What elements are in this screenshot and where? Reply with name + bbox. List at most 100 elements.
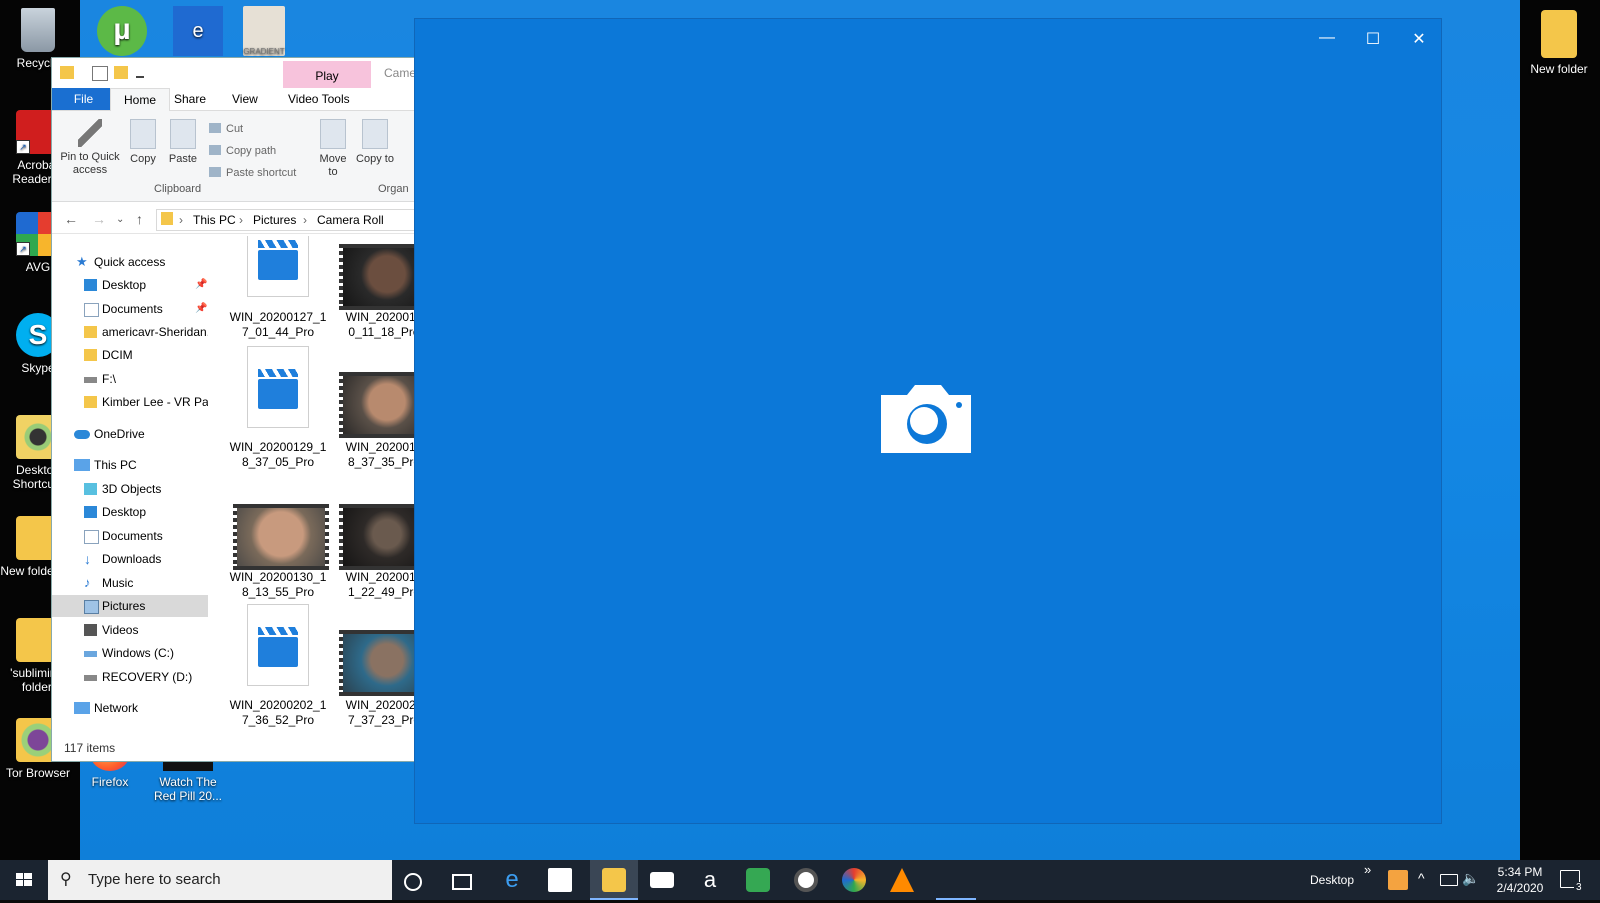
- desktop-icon-edge[interactable]: e: [160, 6, 236, 60]
- forward-arrow-icon[interactable]: →: [92, 211, 106, 227]
- store-icon[interactable]: [548, 868, 572, 892]
- file-explorer-window[interactable]: Play Came File Home Share View Video Too…: [51, 57, 417, 762]
- new-folder-icon[interactable]: [114, 66, 128, 79]
- edge-icon[interactable]: e: [500, 868, 524, 892]
- video-thumbnail: [339, 236, 416, 310]
- folder-icon: [84, 349, 97, 361]
- breadcrumb-pictures[interactable]: Pictures: [253, 213, 296, 227]
- nav-videos[interactable]: Videos: [52, 619, 208, 641]
- copy-to-button[interactable]: Copy to: [356, 119, 394, 166]
- nav-windows-c[interactable]: Windows (C:): [52, 642, 208, 664]
- camera-lens-icon[interactable]: [794, 868, 818, 892]
- maximize-button[interactable]: ☐: [1363, 29, 1383, 49]
- tab-home[interactable]: Home: [110, 88, 170, 112]
- copy-button[interactable]: Copy: [126, 119, 160, 166]
- show-hidden-icons-chevron-icon[interactable]: ^: [1418, 870, 1425, 886]
- color-wheel-icon[interactable]: [842, 868, 866, 892]
- file-explorer-icon[interactable]: [602, 868, 626, 892]
- breadcrumb-this-pc[interactable]: This PC: [193, 213, 236, 227]
- nav-documents-pinned[interactable]: Documents 📌: [52, 298, 208, 320]
- nav-kimber-lee-folder[interactable]: Kimber Lee - VR Pac: [52, 391, 208, 413]
- amazon-icon[interactable]: a: [698, 868, 722, 892]
- nav-dcim[interactable]: DCIM: [52, 344, 208, 366]
- breadcrumb-separator: ›: [303, 213, 307, 227]
- paste-shortcut-button[interactable]: Paste shortcut: [209, 167, 296, 179]
- nav-label: Downloads: [102, 552, 162, 566]
- desktop-icon-new-folder[interactable]: New folder: [1521, 10, 1597, 76]
- camera-logo-icon: [881, 385, 971, 453]
- breadcrumb-camera-roll[interactable]: Camera Roll: [317, 213, 384, 227]
- vlc-icon[interactable]: [890, 868, 914, 892]
- nav-3d-objects[interactable]: 3D Objects: [52, 478, 208, 500]
- file-item[interactable]: WIN_2020012 0_11_18_Pro: [332, 236, 416, 340]
- file-item[interactable]: WIN_2020013 1_22_49_Pro: [332, 504, 416, 600]
- nav-this-pc[interactable]: This PC: [52, 454, 208, 476]
- tab-share[interactable]: Share: [170, 88, 210, 110]
- back-arrow-icon[interactable]: ←: [64, 211, 78, 227]
- address-bar-row: ← → ⌄ ↑ › This PC › Pictures › Camera Ro…: [52, 205, 416, 234]
- file-item[interactable]: WIN_20200129_1 8_37_05_Pro: [226, 346, 330, 470]
- up-arrow-icon[interactable]: ↑: [136, 211, 143, 227]
- taskbar-search-box[interactable]: ⚲ Type here to search: [48, 860, 392, 900]
- file-name: WIN_2020012: [345, 440, 416, 454]
- paste-button[interactable]: Paste: [166, 119, 200, 166]
- button-label: Copy path: [226, 145, 277, 157]
- customize-dropdown-icon[interactable]: [136, 68, 144, 78]
- nav-documents[interactable]: Documents: [52, 525, 208, 547]
- tab-view[interactable]: View: [228, 88, 262, 110]
- copy-path-button[interactable]: Copy path: [209, 145, 276, 157]
- desktop-icon-utorrent[interactable]: µ: [84, 6, 160, 60]
- pin-to-quick-access-button[interactable]: Pin to Quick access: [56, 119, 124, 177]
- address-breadcrumb[interactable]: › This PC › Pictures › Camera Roll: [156, 209, 416, 231]
- move-to-button[interactable]: Move to: [314, 119, 352, 179]
- desktop-icon-gradient[interactable]: GRADIENT: [226, 6, 302, 60]
- nav-label: Videos: [102, 623, 139, 637]
- pin-icon: 📌: [195, 303, 208, 314]
- nav-label: Desktop: [102, 505, 147, 519]
- tab-video-tools[interactable]: Video Tools: [284, 88, 354, 110]
- network-icon: [74, 702, 90, 714]
- nav-quick-access[interactable]: ★ Quick access: [52, 251, 208, 273]
- nav-desktop-pinned[interactable]: Desktop 📌: [52, 274, 208, 296]
- nav-network[interactable]: Network: [52, 697, 208, 719]
- taskbar-clock[interactable]: 5:34 PM 2/4/2020: [1488, 864, 1552, 896]
- minimize-button[interactable]: —: [1317, 29, 1337, 47]
- nav-americavr-folder[interactable]: americavr-Sheridan.: [52, 321, 208, 343]
- file-item[interactable]: WIN_2020012 8_37_35_Pro: [332, 346, 416, 470]
- tripadvisor-icon[interactable]: [746, 868, 770, 892]
- file-name: WIN_2020020: [345, 698, 416, 712]
- video-file-icon: [233, 604, 323, 694]
- recent-locations-chevron-icon[interactable]: ⌄: [116, 214, 124, 225]
- nav-downloads[interactable]: ↓ Downloads: [52, 548, 208, 570]
- cut-button[interactable]: Cut: [209, 123, 243, 135]
- nav-music[interactable]: ♪ Music: [52, 572, 208, 594]
- cortana-icon[interactable]: [404, 873, 422, 891]
- nav-recovery-d[interactable]: RECOVERY (D:): [52, 666, 208, 688]
- file-item[interactable]: WIN_2020020 7_37_23_Pro: [332, 604, 416, 728]
- recycle-bin-icon: [21, 8, 55, 52]
- close-button[interactable]: ✕: [1409, 29, 1429, 49]
- toolbar-overflow-chevron-icon[interactable]: »: [1364, 862, 1371, 877]
- contextual-tab-play[interactable]: Play: [283, 61, 371, 89]
- file-item[interactable]: WIN_20200127_1 7_01_44_Pro: [226, 236, 330, 340]
- video-file-icon: [233, 236, 323, 306]
- task-view-icon[interactable]: [452, 874, 472, 890]
- desktop-toolbar-label[interactable]: Desktop: [1310, 873, 1354, 887]
- tray-warning-icon[interactable]: [1388, 870, 1408, 890]
- file-item[interactable]: WIN_20200202_1 7_36_52_Pro: [226, 604, 330, 728]
- file-item[interactable]: WIN_20200130_1 8_13_55_Pro: [226, 504, 330, 600]
- camera-app-window[interactable]: — ☐ ✕: [414, 18, 1442, 824]
- file-name: 8_37_05_Pro: [241, 455, 315, 469]
- nav-drive-f[interactable]: F:\: [52, 368, 208, 390]
- volume-icon[interactable]: 🔈: [1462, 870, 1479, 887]
- battery-icon[interactable]: [1440, 874, 1458, 886]
- nav-label: Windows (C:): [102, 646, 175, 660]
- mail-icon[interactable]: [650, 872, 674, 888]
- documents-icon: [84, 530, 99, 544]
- nav-desktop[interactable]: Desktop: [52, 501, 208, 523]
- start-button[interactable]: [0, 860, 48, 900]
- tab-file[interactable]: File: [52, 88, 115, 110]
- nav-pictures[interactable]: Pictures: [52, 595, 208, 617]
- nav-onedrive[interactable]: OneDrive: [52, 423, 208, 445]
- properties-icon[interactable]: [92, 66, 108, 81]
